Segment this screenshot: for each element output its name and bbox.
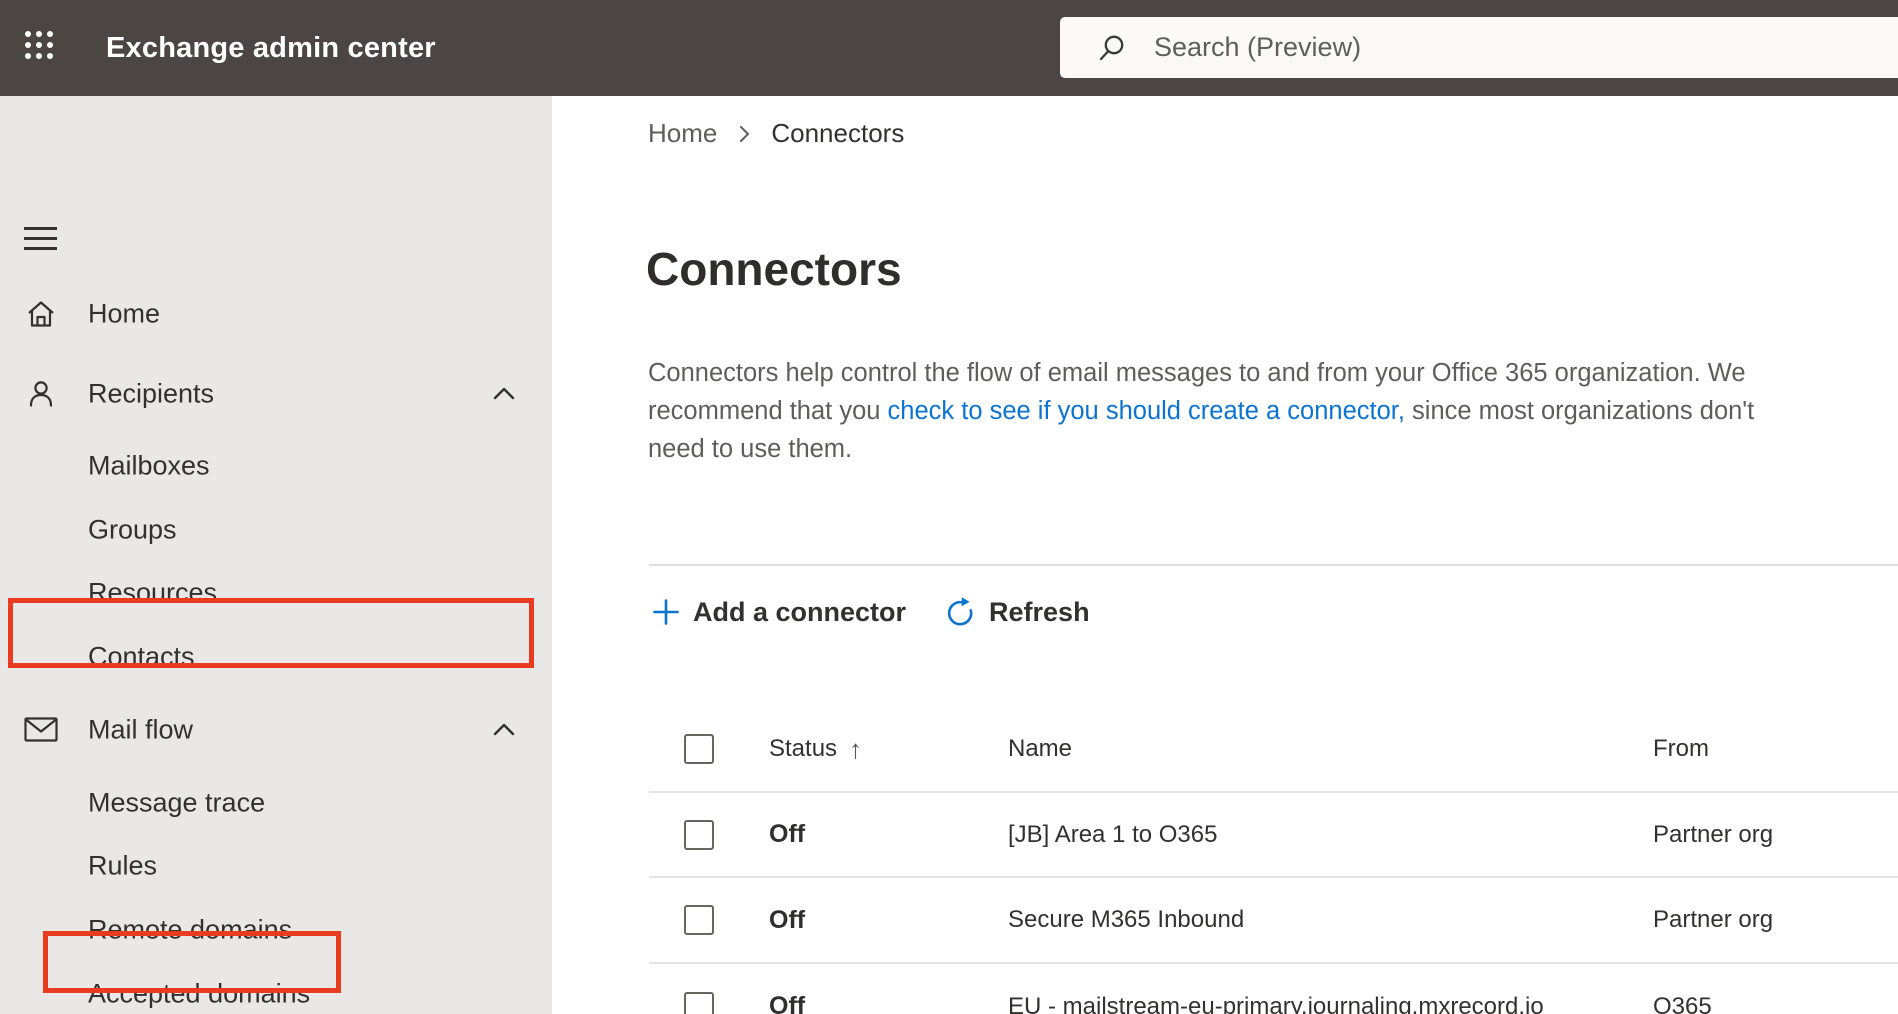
row-checkbox[interactable] xyxy=(684,905,714,935)
cell-from: Partner org xyxy=(1653,820,1774,848)
sidebar-item-label: Mail flow xyxy=(88,714,194,745)
sidebar-item-label: Mailboxes xyxy=(88,450,210,481)
breadcrumb-home-link[interactable]: Home xyxy=(648,118,717,149)
sidebar-item-label: Home xyxy=(88,298,161,329)
sidebar-item-label: Accepted domains xyxy=(88,978,311,1009)
plus-icon xyxy=(653,599,679,625)
hamburger-menu-icon[interactable] xyxy=(24,227,57,250)
sidebar: Home Recipients Mailboxes Groups Resourc… xyxy=(0,96,552,1014)
table-header-row: Status ↑ Name From xyxy=(649,707,1898,793)
search-input[interactable] xyxy=(1154,32,1754,63)
breadcrumb: Home Connectors xyxy=(648,118,904,149)
sidebar-item-label: Groups xyxy=(88,514,177,545)
home-icon xyxy=(24,297,58,331)
select-all-checkbox[interactable] xyxy=(684,734,714,764)
page-title: Connectors xyxy=(646,243,902,295)
sidebar-item-resources[interactable]: Resources xyxy=(0,561,552,625)
toolbar: Add a connector Refresh xyxy=(652,588,1090,636)
breadcrumb-current: Connectors xyxy=(771,118,905,148)
description-line: Connectors help control the flow of emai… xyxy=(648,359,1746,387)
sidebar-item-home[interactable]: Home xyxy=(0,282,552,346)
sidebar-item-groups[interactable]: Groups xyxy=(0,498,552,562)
sidebar-item-remote-domains[interactable]: Remote domains xyxy=(0,898,552,962)
main-content: Home Connectors Connectors Connectors he… xyxy=(552,96,1898,1014)
table-row[interactable]: Off [JB] Area 1 to O365 Partner org xyxy=(649,793,1898,878)
sidebar-item-message-trace[interactable]: Message trace xyxy=(0,771,552,835)
row-checkbox[interactable] xyxy=(684,991,714,1014)
cell-name[interactable]: [JB] Area 1 to O365 xyxy=(1008,821,1653,849)
exchange-admin-center-window: Exchange admin center Home xyxy=(0,0,1898,1014)
sidebar-item-accepted-domains[interactable]: Accepted domains xyxy=(0,962,552,1014)
sidebar-item-label: Contacts xyxy=(88,641,195,672)
page-description: Connectors help control the flow of emai… xyxy=(648,354,1754,468)
description-line: recommend that you check to see if you s… xyxy=(648,397,1755,425)
add-connector-button[interactable]: Add a connector xyxy=(652,597,906,628)
chevron-right-icon xyxy=(735,123,753,145)
sidebar-item-recipients[interactable]: Recipients xyxy=(0,362,552,426)
refresh-button[interactable]: Refresh xyxy=(944,596,1090,628)
cell-status: Off xyxy=(769,905,806,934)
refresh-icon xyxy=(947,597,973,626)
row-checkbox[interactable] xyxy=(684,819,714,850)
sort-ascending-icon: ↑ xyxy=(849,733,863,764)
column-header-from[interactable]: From xyxy=(1653,735,1898,763)
sidebar-item-label: Resources xyxy=(88,577,218,608)
sidebar-item-rules[interactable]: Rules xyxy=(0,834,552,898)
person-icon xyxy=(24,377,58,411)
sidebar-item-contacts[interactable]: Contacts xyxy=(0,625,552,689)
sidebar-item-mailboxes[interactable]: Mailboxes xyxy=(0,434,552,498)
table-row[interactable]: Off Secure M365 Inbound Partner org xyxy=(649,878,1898,964)
chevron-up-icon[interactable] xyxy=(490,380,518,408)
sidebar-item-mail-flow[interactable]: Mail flow xyxy=(0,698,552,762)
sidebar-item-label: Rules xyxy=(88,850,158,881)
mail-icon xyxy=(24,713,58,747)
chevron-up-icon[interactable] xyxy=(490,716,518,744)
app-title: Exchange admin center xyxy=(106,31,436,64)
cell-status: Off xyxy=(769,992,806,1014)
search-icon xyxy=(1099,35,1124,60)
cell-name[interactable]: EU - mailstream-eu-primary.journaling.mx… xyxy=(1008,993,1653,1014)
column-header-name[interactable]: Name xyxy=(1008,735,1653,763)
table-row[interactable]: Off EU - mailstream-eu-primary.journalin… xyxy=(649,964,1898,1014)
cell-name[interactable]: Secure M365 Inbound xyxy=(1008,906,1653,934)
create-connector-check-link[interactable]: check to see if you should create a conn… xyxy=(888,397,1405,425)
description-line: need to use them. xyxy=(648,435,853,463)
cell-from: O365 xyxy=(1653,992,1712,1014)
toolbar-divider xyxy=(649,564,1898,566)
app-launcher-icon[interactable] xyxy=(25,31,53,59)
cell-from: Partner org xyxy=(1653,906,1774,933)
top-bar: Exchange admin center xyxy=(0,0,1898,96)
sidebar-item-label: Recipients xyxy=(88,378,215,409)
column-header-status[interactable]: Status ↑ xyxy=(769,734,1008,765)
search-box[interactable] xyxy=(1060,17,1898,78)
sidebar-item-label: Remote domains xyxy=(88,914,293,945)
sidebar-item-label: Message trace xyxy=(88,787,266,818)
cell-status: Off xyxy=(769,820,806,848)
